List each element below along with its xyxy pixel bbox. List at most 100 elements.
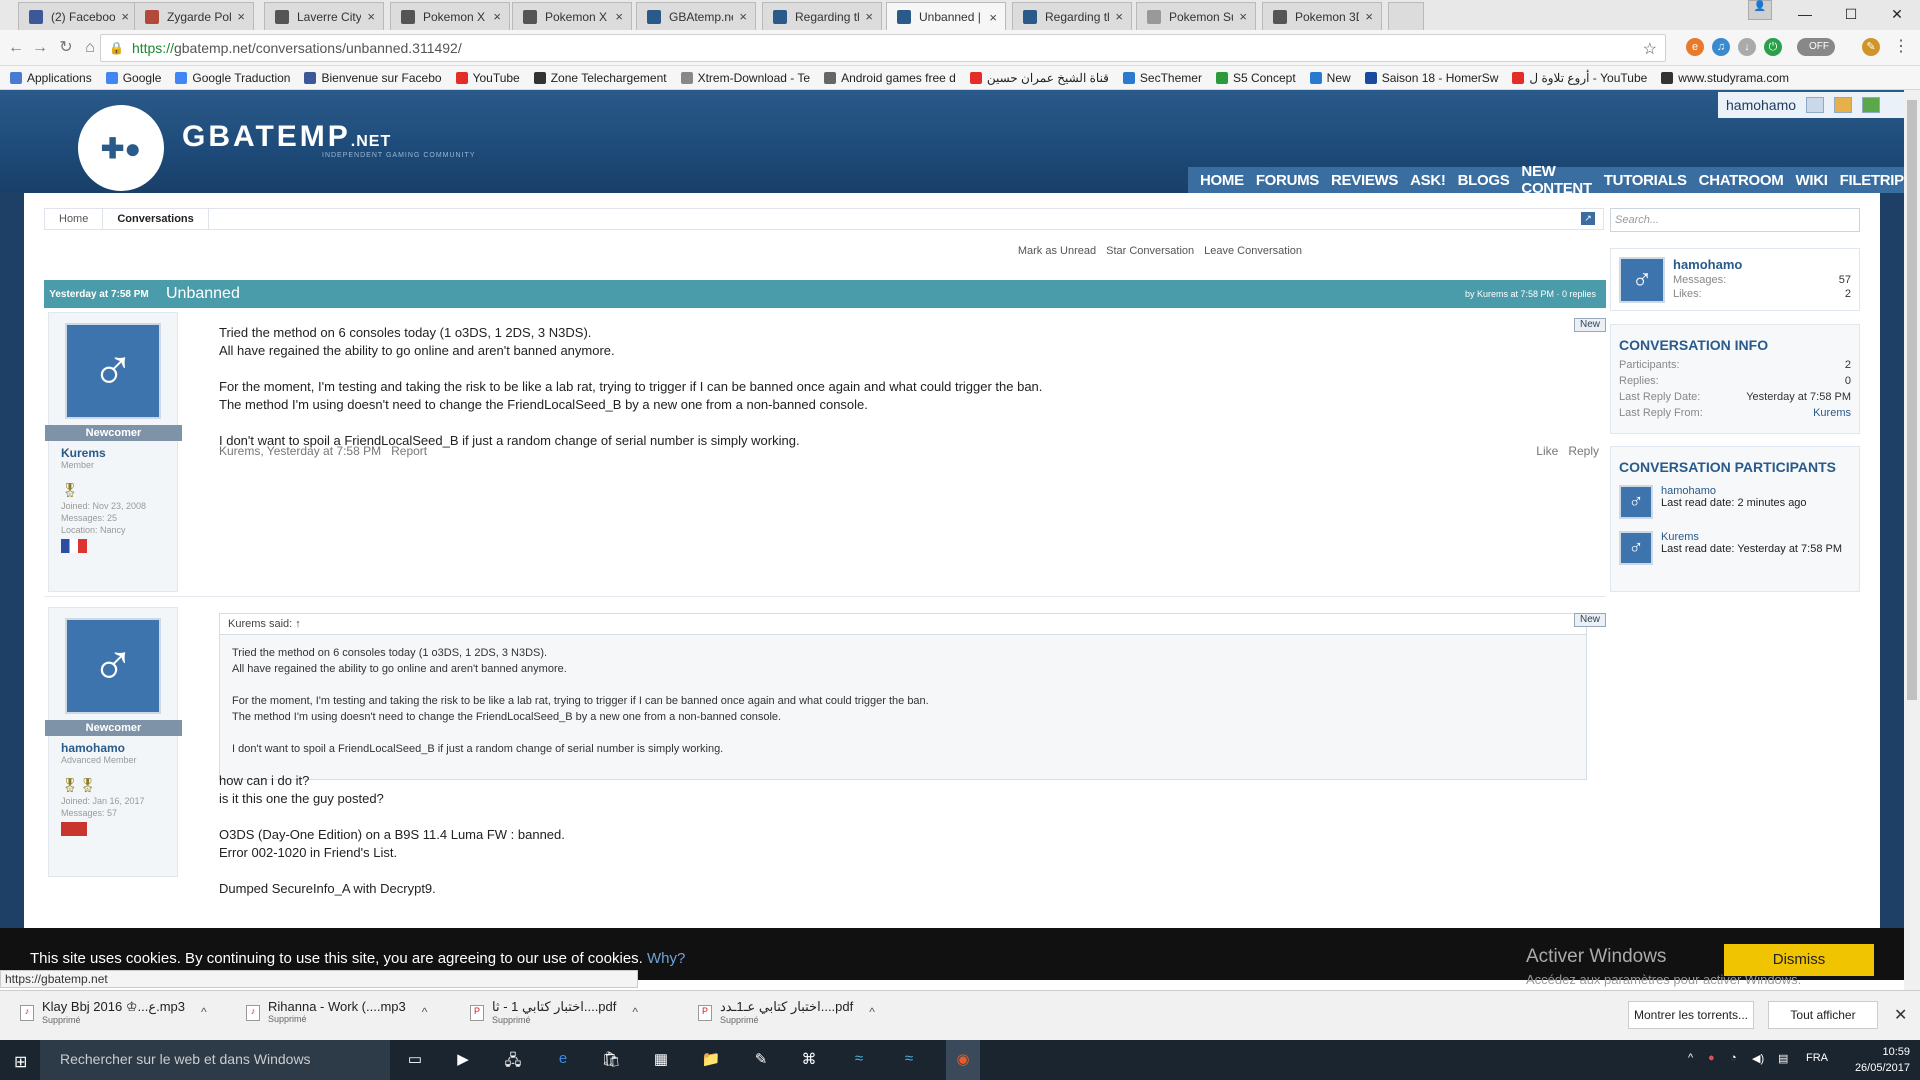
- nav-chatroom[interactable]: CHATROOM: [1699, 172, 1784, 189]
- browser-tab[interactable]: Pokemon Sun & ×: [1136, 2, 1256, 30]
- bookmark-item[interactable]: Saison 18 - HomerSw: [1364, 71, 1498, 85]
- nav-home[interactable]: HOME: [1200, 172, 1244, 189]
- search-input[interactable]: Search...: [1610, 208, 1860, 232]
- clock[interactable]: 10:59 26/05/2017: [1855, 1044, 1910, 1076]
- username-link[interactable]: hamohamo: [1726, 97, 1796, 113]
- close-icon[interactable]: ✕: [1874, 0, 1920, 28]
- bookmark-item[interactable]: SecThemer: [1122, 71, 1202, 85]
- browser-tab[interactable]: Pokemon 3DS Ba ×: [1262, 2, 1382, 30]
- dolphin-icon[interactable]: ≈: [898, 1050, 920, 1070]
- cookie-why-link[interactable]: Why?: [647, 950, 685, 967]
- close-tab-icon[interactable]: ×: [989, 10, 997, 25]
- close-tab-icon[interactable]: ×: [121, 9, 129, 24]
- nav-reviews[interactable]: REVIEWS: [1331, 172, 1398, 189]
- bookmark-item[interactable]: Xtrem-Download - Te: [680, 71, 810, 85]
- notification-icon[interactable]: ▤: [1778, 1052, 1788, 1065]
- star-conversation-link[interactable]: Star Conversation: [1106, 245, 1194, 257]
- participant-name[interactable]: hamohamo: [1661, 485, 1807, 497]
- show-all-button[interactable]: Tout afficher: [1768, 1001, 1878, 1029]
- app-icon[interactable]: ▦: [650, 1050, 672, 1070]
- dismiss-button[interactable]: Dismiss: [1724, 944, 1874, 976]
- participant-name[interactable]: Kurems: [1661, 531, 1842, 543]
- tray-app-icon[interactable]: ●: [1708, 1052, 1715, 1064]
- browser-tab[interactable]: Pokemon X Chea ×: [390, 2, 510, 30]
- bookmark-item[interactable]: YouTube: [455, 71, 520, 85]
- maximize-icon[interactable]: ☐: [1828, 0, 1874, 28]
- quote-header[interactable]: Kurems said: ↑: [220, 614, 1586, 635]
- post-meta[interactable]: Kurems, Yesterday at 7:58 PM: [219, 444, 381, 458]
- like-link[interactable]: Like: [1536, 444, 1558, 458]
- add-icon[interactable]: [1862, 97, 1881, 113]
- back-icon[interactable]: ←: [6, 38, 26, 58]
- tray-chevron-icon[interactable]: ^: [1688, 1052, 1693, 1064]
- minimize-icon[interactable]: —: [1782, 0, 1828, 28]
- nav-forums[interactable]: FORUMS: [1256, 172, 1320, 189]
- bookmark-item[interactable]: Bienvenue sur Facebo: [304, 71, 442, 85]
- network-app-icon[interactable]: 🖧: [502, 1050, 524, 1070]
- avatar[interactable]: ♂: [65, 618, 161, 714]
- bookmark-item[interactable]: Zone Telechargement: [533, 71, 667, 85]
- home-icon[interactable]: ⌂: [80, 38, 100, 58]
- scrollbar-thumb[interactable]: [1907, 100, 1917, 700]
- new-tab-button[interactable]: [1388, 2, 1424, 30]
- mark-unread-link[interactable]: Mark as Unread: [1018, 245, 1096, 257]
- paint-icon[interactable]: ✎: [750, 1050, 772, 1070]
- power-icon[interactable]: ⏻: [1764, 38, 1782, 56]
- bookmark-item[interactable]: S5 Concept: [1215, 71, 1296, 85]
- menu-icon[interactable]: ⋮: [1892, 38, 1910, 56]
- bookmark-item[interactable]: Google Traduction: [175, 71, 290, 85]
- download-item[interactable]: ♪ Rihanna - Work (....mp3 Supprimé ^: [246, 999, 427, 1033]
- alerts-icon[interactable]: [1834, 97, 1853, 113]
- close-tab-icon[interactable]: ×: [865, 9, 873, 24]
- bookmark-item[interactable]: Applications: [10, 71, 92, 85]
- external-link-icon[interactable]: ↗: [1581, 212, 1595, 225]
- browser-tab[interactable]: Laverre City - Pok ×: [264, 2, 384, 30]
- avatar[interactable]: ♂: [65, 323, 161, 419]
- download-item[interactable]: P اختبار كتابي عـ1ـدد....pdf Supprimé ^: [698, 999, 875, 1033]
- nav-blogs[interactable]: BLOGS: [1458, 172, 1510, 189]
- browser-tab[interactable]: Pokemon X Hints ×: [512, 2, 632, 30]
- reload-icon[interactable]: ↻: [56, 38, 76, 58]
- bookmark-item[interactable]: www.studyrama.com: [1661, 71, 1789, 85]
- media-player-icon[interactable]: ▶: [452, 1050, 474, 1070]
- store-icon[interactable]: 🛍: [600, 1050, 622, 1070]
- language-indicator[interactable]: FRA: [1806, 1052, 1828, 1064]
- dolphin-icon[interactable]: ≈: [848, 1050, 870, 1070]
- forward-icon[interactable]: →: [30, 38, 50, 58]
- breadcrumb-conversations[interactable]: Conversations: [103, 209, 209, 229]
- close-tab-icon[interactable]: ×: [1115, 9, 1123, 24]
- avatar[interactable]: ♂: [1619, 485, 1653, 519]
- close-tab-icon[interactable]: ×: [493, 9, 501, 24]
- avatar[interactable]: ♂: [1619, 531, 1653, 565]
- chrome-icon[interactable]: ◉: [946, 1040, 980, 1080]
- reply-link[interactable]: Reply: [1568, 444, 1599, 458]
- close-tab-icon[interactable]: ×: [739, 9, 747, 24]
- gamepad-logo-icon[interactable]: ✚●: [78, 105, 164, 191]
- author-name[interactable]: hamohamo: [49, 736, 177, 755]
- toggle-off[interactable]: OFF: [1797, 38, 1835, 56]
- close-tab-icon[interactable]: ×: [367, 9, 375, 24]
- breadcrumb-home[interactable]: Home: [45, 209, 104, 229]
- task-view-icon[interactable]: ▭: [404, 1050, 426, 1070]
- extension-icon[interactable]: e: [1686, 38, 1704, 56]
- taskbar-search[interactable]: Rechercher sur le web et dans Windows: [40, 1040, 390, 1080]
- page-scrollbar[interactable]: [1904, 90, 1920, 990]
- bookmark-star-icon[interactable]: ☆: [1643, 39, 1657, 59]
- chevron-up-icon[interactable]: ^: [869, 1005, 875, 1019]
- close-tab-icon[interactable]: ×: [615, 9, 623, 24]
- bookmark-item[interactable]: New: [1309, 71, 1351, 85]
- nav-ask[interactable]: ASK!: [1410, 172, 1446, 189]
- report-link[interactable]: Report: [391, 444, 427, 458]
- bookmark-item[interactable]: قناة الشيخ عمران حسين: [969, 71, 1109, 85]
- profile-button[interactable]: 👤: [1748, 0, 1772, 20]
- browser-tab[interactable]: Regarding the re ×: [762, 2, 882, 30]
- nav-new-content[interactable]: NEW CONTENT: [1521, 163, 1592, 197]
- download-ext-icon[interactable]: ↓: [1738, 38, 1756, 56]
- game-icon[interactable]: ⌘: [798, 1050, 820, 1070]
- avatar[interactable]: ♂: [1619, 257, 1665, 303]
- author-name[interactable]: Kurems: [49, 441, 177, 460]
- headphones-icon[interactable]: ♫: [1712, 38, 1730, 56]
- site-logo[interactable]: GBATEMP.NET: [182, 120, 391, 154]
- close-tab-icon[interactable]: ×: [1239, 9, 1247, 24]
- windows-start-icon[interactable]: ⊞: [14, 1052, 27, 1072]
